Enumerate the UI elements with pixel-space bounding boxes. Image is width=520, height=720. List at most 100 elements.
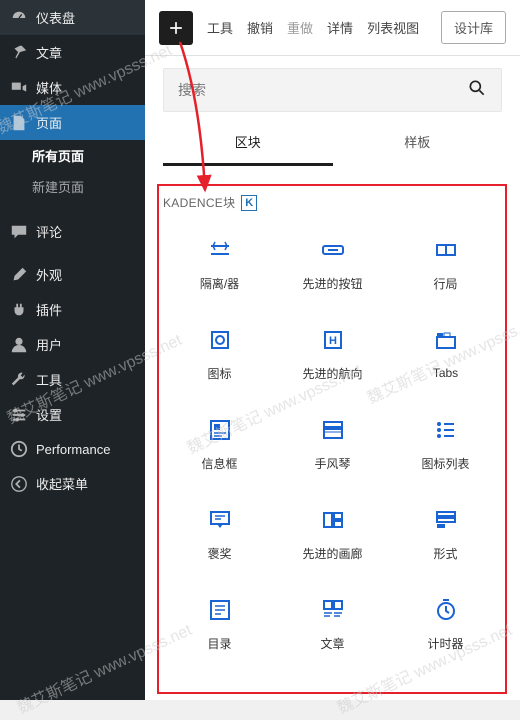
infobox-icon (207, 417, 233, 443)
block-infobox[interactable]: 信息框 (163, 399, 276, 489)
sidebar-item-media[interactable]: 媒体 (0, 70, 145, 105)
sidebar-item-collapse[interactable]: 收起菜单 (0, 466, 145, 501)
sidebar-item-pages[interactable]: 页面 (0, 105, 145, 140)
main-area: 工具 撤销 重做 详情 列表视图 设计库 区块 样板 KADENCE块 K 隔离… (145, 0, 520, 700)
block-countdown[interactable]: 计时器 (389, 579, 502, 669)
timer-icon (433, 597, 459, 623)
sidebar-item-settings[interactable]: 设置 (0, 397, 145, 432)
block-toc[interactable]: 目录 (163, 579, 276, 669)
sidebar-item-dashboard[interactable]: 仪表盘 (0, 0, 145, 35)
sidebar-item-label: 收起菜单 (36, 474, 88, 493)
sidebar-item-appearance[interactable]: 外观 (0, 257, 145, 292)
block-adv-button[interactable]: 先进的按钮 (276, 219, 389, 309)
wrench-icon (10, 371, 28, 389)
testimonial-icon (207, 507, 233, 533)
category-label: KADENCE块 (163, 194, 235, 211)
collapse-icon (10, 475, 28, 493)
block-adv-gallery[interactable]: 先进的画廊 (276, 489, 389, 579)
gallery-icon (320, 507, 346, 533)
toolbar-redo[interactable]: 重做 (287, 18, 313, 37)
page-icon (10, 114, 28, 132)
sidebar-item-label: 仪表盘 (36, 8, 75, 27)
sidebar-item-plugins[interactable]: 插件 (0, 292, 145, 327)
accordion-icon (320, 417, 346, 443)
sidebar-item-label: Performance (36, 442, 110, 457)
sidebar-item-label: 页面 (36, 113, 62, 132)
panel-tabs: 区块 样板 (163, 122, 502, 166)
svg-text:H: H (329, 335, 337, 347)
sidebar-item-posts[interactable]: 文章 (0, 35, 145, 70)
spacer-icon (207, 237, 233, 263)
block-label: 图标列表 (421, 455, 469, 472)
iconlist-icon (433, 417, 459, 443)
brush-icon (10, 266, 28, 284)
performance-icon (10, 440, 28, 458)
button-icon (320, 237, 346, 263)
kadence-icon: K (241, 195, 257, 211)
search-input[interactable] (178, 82, 467, 98)
block-spacer[interactable]: 隔离/器 (163, 219, 276, 309)
block-label: 隔离/器 (200, 275, 239, 292)
media-icon (10, 79, 28, 97)
sidebar-item-label: 文章 (36, 43, 62, 62)
block-label: Tabs (433, 366, 458, 380)
block-label: 先进的画廊 (302, 545, 362, 562)
gauge-icon (10, 9, 28, 27)
sidebar-item-comments[interactable]: 评论 (0, 214, 145, 249)
sidebar-item-label: 用户 (36, 335, 62, 354)
block-label: 行局 (433, 275, 457, 292)
toc-icon (207, 597, 233, 623)
block-tabs[interactable]: Tabs (389, 309, 502, 399)
toolbar-listview[interactable]: 列表视图 (367, 18, 419, 37)
block-label: 褒奖 (207, 545, 231, 562)
block-label: 手风琴 (314, 455, 350, 472)
sidebar-item-label: 评论 (36, 222, 62, 241)
block-adv-heading[interactable]: H 先进的航向 (276, 309, 389, 399)
block-posts[interactable]: 文章 (276, 579, 389, 669)
comment-icon (10, 223, 28, 241)
sidebar-item-tools[interactable]: 工具 (0, 362, 145, 397)
sidebar-item-label: 媒体 (36, 78, 62, 97)
sidebar-item-label: 外观 (36, 265, 62, 284)
block-icon-list[interactable]: 图标列表 (389, 399, 502, 489)
block-label: 图标 (207, 365, 231, 382)
block-label: 先进的航向 (302, 365, 362, 382)
sidebar-sub-all-pages[interactable]: 所有页面 (0, 140, 145, 171)
block-icon[interactable]: 图标 (163, 309, 276, 399)
block-label: 计时器 (427, 635, 463, 652)
block-label: 文章 (320, 635, 344, 652)
tab-patterns[interactable]: 样板 (333, 122, 503, 166)
sidebar-sub-new-page[interactable]: 新建页面 (0, 171, 145, 202)
tab-blocks[interactable]: 区块 (163, 122, 333, 166)
user-icon (10, 336, 28, 354)
search-container (163, 68, 502, 112)
block-label: 目录 (207, 635, 231, 652)
icon-icon (207, 327, 233, 353)
toolbar-details[interactable]: 详情 (327, 18, 353, 37)
toolbar-tools[interactable]: 工具 (207, 18, 233, 37)
block-form[interactable]: 形式 (389, 489, 502, 579)
block-row-layout[interactable]: 行局 (389, 219, 502, 309)
posts-icon (320, 597, 346, 623)
tabs-icon (433, 328, 459, 354)
sidebar-item-performance[interactable]: Performance (0, 432, 145, 466)
block-accordion[interactable]: 手风琴 (276, 399, 389, 489)
admin-sidebar: 仪表盘 文章 媒体 页面 所有页面 新建页面 评论 外观 插件 用户 工具 设置 (0, 0, 145, 700)
row-icon (433, 237, 459, 263)
category-header[interactable]: KADENCE块 K (163, 194, 502, 211)
sliders-icon (10, 406, 28, 424)
block-label: 形式 (433, 545, 457, 562)
plug-icon (10, 301, 28, 319)
block-inserter-panel: 区块 样板 KADENCE块 K 隔离/器 先进的按钮 行局 (145, 56, 520, 700)
editor-toolbar: 工具 撤销 重做 详情 列表视图 设计库 (145, 0, 520, 56)
sidebar-item-label: 插件 (36, 300, 62, 319)
block-label: 信息框 (201, 455, 237, 472)
sidebar-item-users[interactable]: 用户 (0, 327, 145, 362)
design-library-button[interactable]: 设计库 (441, 11, 506, 44)
block-testimonial[interactable]: 褒奖 (163, 489, 276, 579)
toolbar-undo[interactable]: 撤销 (247, 18, 273, 37)
form-icon (433, 507, 459, 533)
sidebar-item-label: 工具 (36, 370, 62, 389)
add-block-button[interactable] (159, 11, 193, 45)
pin-icon (10, 44, 28, 62)
